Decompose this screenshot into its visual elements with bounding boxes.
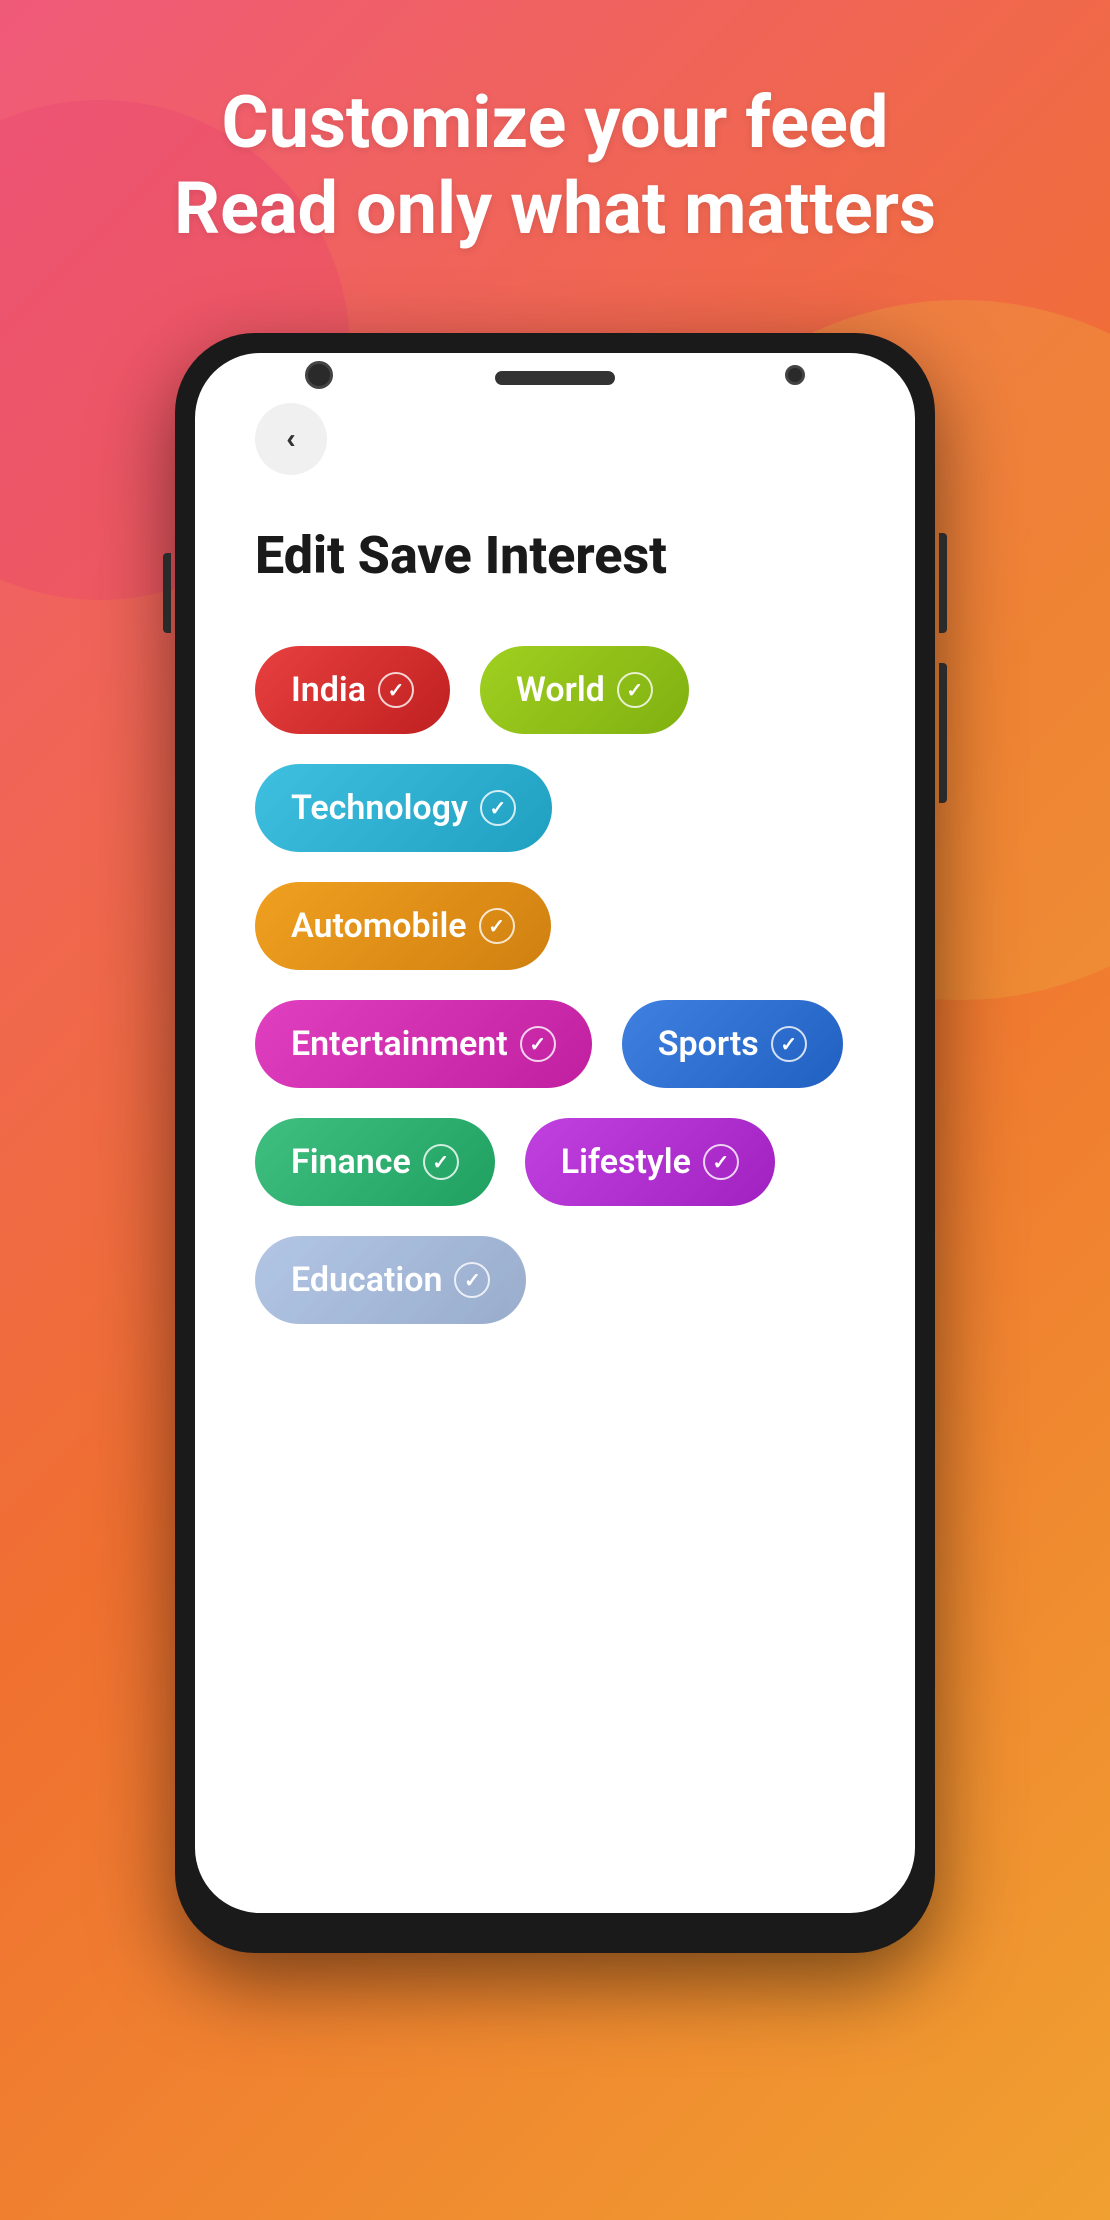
tag-entertainment[interactable]: Entertainment ✓ [255, 1000, 592, 1088]
tag-india-check: ✓ [378, 672, 414, 708]
front-camera [305, 361, 333, 389]
tag-lifestyle-check: ✓ [703, 1144, 739, 1180]
phone-screen: ‹ Edit Save Interest India ✓ [195, 353, 915, 1913]
tag-world-check: ✓ [617, 672, 653, 708]
tag-world[interactable]: World ✓ [480, 646, 689, 734]
tag-education-check: ✓ [454, 1262, 490, 1298]
tag-lifestyle-label: Lifestyle [561, 1142, 691, 1182]
tags-container: India ✓ World ✓ Technology [255, 646, 855, 1324]
page-title: Edit Save Interest [255, 525, 855, 586]
screen-content: ‹ Edit Save Interest India ✓ [195, 353, 915, 1913]
tag-education-label: Education [291, 1260, 442, 1300]
tag-finance[interactable]: Finance ✓ [255, 1118, 495, 1206]
tag-finance-check: ✓ [423, 1144, 459, 1180]
tag-india-label: India [291, 670, 366, 710]
tag-world-label: World [516, 670, 605, 710]
back-button[interactable]: ‹ [255, 403, 327, 475]
tag-sports-check: ✓ [771, 1026, 807, 1062]
tag-technology-label: Technology [291, 788, 468, 828]
tag-technology[interactable]: Technology ✓ [255, 764, 552, 852]
header-line1: Customize your feed [222, 80, 889, 165]
back-icon: ‹ [286, 423, 295, 455]
front-camera-2 [785, 365, 805, 385]
tag-sports[interactable]: Sports ✓ [622, 1000, 843, 1088]
header-section: Customize your feed Read only what matte… [114, 0, 996, 313]
phone-frame: ‹ Edit Save Interest India ✓ [175, 333, 935, 1953]
header-line2: Read only what matters [174, 166, 936, 251]
volume-down-button [939, 663, 947, 803]
tag-lifestyle[interactable]: Lifestyle ✓ [525, 1118, 775, 1206]
tag-india[interactable]: India ✓ [255, 646, 450, 734]
tag-entertainment-check: ✓ [520, 1026, 556, 1062]
tag-automobile-label: Automobile [291, 906, 467, 946]
header-title: Customize your feed Read only what matte… [174, 80, 936, 253]
phone-speaker [495, 371, 615, 385]
tag-entertainment-label: Entertainment [291, 1024, 508, 1064]
app-background: Customize your feed Read only what matte… [0, 0, 1110, 2220]
tag-sports-label: Sports [658, 1024, 759, 1064]
tag-finance-label: Finance [291, 1142, 411, 1182]
volume-button [163, 553, 171, 633]
power-button [939, 533, 947, 633]
tag-technology-check: ✓ [480, 790, 516, 826]
tag-automobile-check: ✓ [479, 908, 515, 944]
tag-automobile[interactable]: Automobile ✓ [255, 882, 551, 970]
tag-education[interactable]: Education ✓ [255, 1236, 526, 1324]
phone-container: ‹ Edit Save Interest India ✓ [175, 333, 935, 1953]
